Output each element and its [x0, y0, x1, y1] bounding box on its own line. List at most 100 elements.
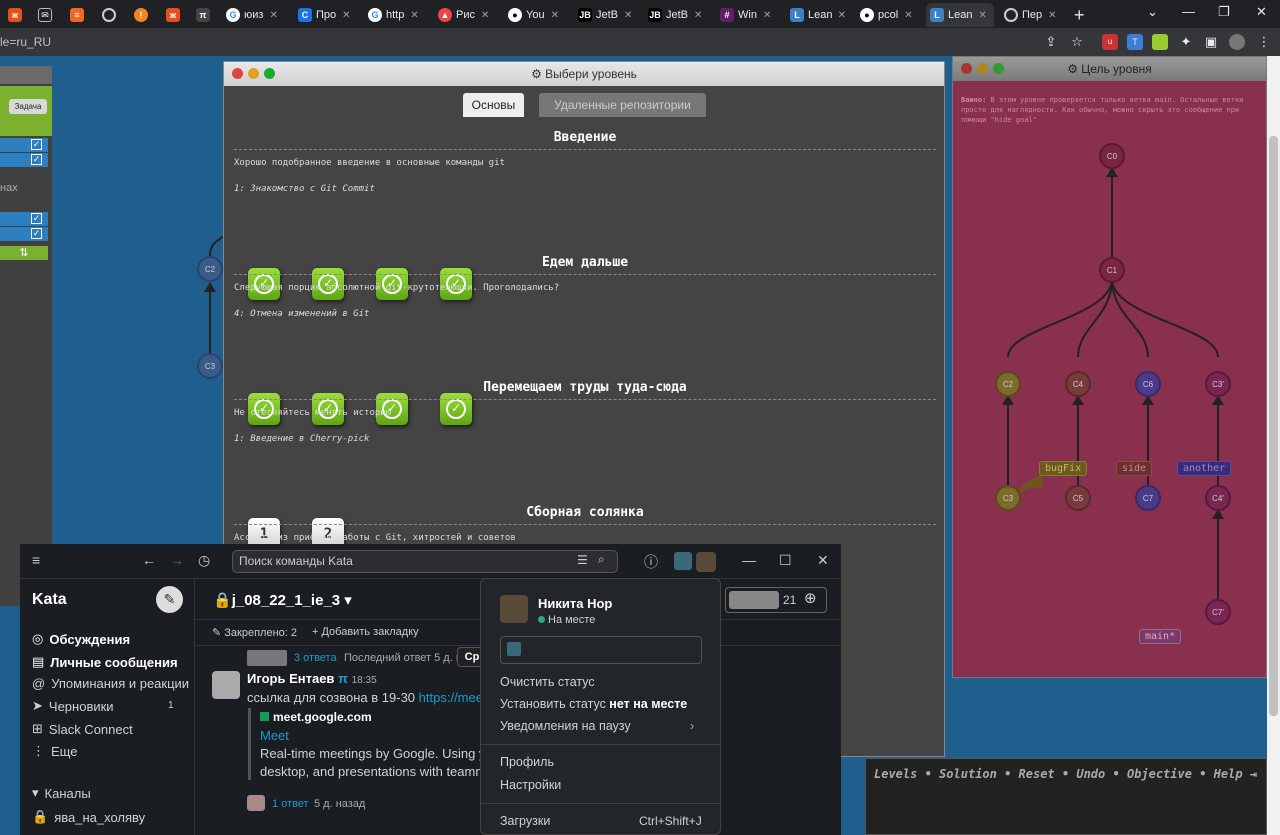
tab-main[interactable]: Основы	[463, 93, 524, 117]
browser-tab[interactable]: JB JetB ✕	[644, 3, 708, 27]
workspace-name[interactable]: Kata	[32, 591, 67, 609]
tab-search-chevron-icon[interactable]: ⌄	[1147, 4, 1158, 20]
sidebar-item-more[interactable]: ⋮ Еще	[32, 743, 77, 759]
minimize-icon[interactable]: —	[742, 552, 756, 568]
set-away-item[interactable]: Установить статус нет на месте	[500, 697, 687, 711]
tab-remote[interactable]: Удаленные репозитории	[539, 93, 706, 117]
status-input[interactable]	[500, 636, 702, 664]
objective-link[interactable]: Objective	[1127, 767, 1192, 781]
add-member-icon[interactable]: ⊕	[804, 589, 817, 607]
members-button[interactable]: 21 ⊕	[725, 587, 827, 613]
settings-item[interactable]: Настройки	[500, 778, 561, 792]
close-icon[interactable]: ✕	[838, 10, 846, 21]
puzzle-icon[interactable]: ✦	[1178, 34, 1194, 50]
sidebar-item-channel[interactable]: 🔒 ява_на_холяву	[32, 809, 145, 825]
sidebar-item-drafts[interactable]: ➤ Черновики	[32, 698, 114, 714]
downloads-item[interactable]: Загрузки	[500, 814, 550, 828]
browser-tab[interactable]: ● pcol ✕	[856, 3, 920, 27]
filter-sliders-icon[interactable]: ☰	[577, 553, 588, 567]
browser-tab-active[interactable]: L Lean ✕	[926, 3, 994, 27]
undo-link[interactable]: Undo	[1076, 767, 1105, 781]
message-author[interactable]: Игорь Ентаев π 18:35	[247, 671, 377, 686]
close-icon[interactable]: ✕	[410, 10, 418, 21]
sidebar-item-dms[interactable]: ▤ Личные сообщения	[32, 654, 178, 670]
close-dot-icon[interactable]	[232, 68, 243, 79]
close-icon[interactable]: ✕	[624, 10, 632, 21]
hamburger-menu-icon[interactable]: ≡	[32, 552, 40, 568]
sidebar-item-threads[interactable]: ◎ Обсуждения	[32, 631, 130, 647]
checkbox-icon[interactable]: ✓	[31, 139, 42, 150]
sync-icon[interactable]: ⇅	[0, 246, 48, 260]
close-window-icon[interactable]: ✕	[1256, 4, 1267, 20]
bookmark-star-icon[interactable]: ☆	[1069, 34, 1085, 50]
sidebar-item-mentions[interactable]: @ Упоминания и реакции	[32, 676, 189, 691]
minimize-icon[interactable]: —	[1182, 4, 1195, 19]
close-icon[interactable]: ✕	[1048, 10, 1056, 21]
exit-icon[interactable]: ⇥	[1250, 767, 1257, 781]
close-icon[interactable]: ✕	[904, 10, 912, 21]
avatar[interactable]	[1229, 34, 1245, 50]
levels-link[interactable]: Levels	[874, 767, 917, 781]
restore-icon[interactable]: ❐	[1218, 4, 1230, 20]
status-emoji-icon[interactable]	[674, 552, 692, 570]
minimize-dot-icon[interactable]	[248, 68, 259, 79]
compose-icon[interactable]: ✎	[156, 586, 183, 613]
browser-tab[interactable]: Пер ✕	[1000, 3, 1064, 27]
browser-tab[interactable]: ✉	[34, 3, 58, 27]
help-icon[interactable]: ⓘ	[644, 552, 658, 572]
sidebar-icon[interactable]: ▣	[1203, 34, 1219, 50]
share-icon[interactable]: ⇪	[1043, 34, 1059, 50]
search-input[interactable]: Поиск команды Kata	[232, 550, 618, 573]
browser-tab[interactable]: JB JetB ✕	[574, 3, 638, 27]
close-icon[interactable]: ✕	[763, 10, 771, 21]
task-button[interactable]: Задача	[9, 99, 47, 114]
browser-tab[interactable]: ж	[162, 3, 186, 27]
ublock-icon[interactable]: u	[1102, 34, 1118, 50]
browser-tab[interactable]: ● You ✕	[504, 3, 568, 27]
browser-tab[interactable]	[98, 3, 122, 27]
menu-dots-icon[interactable]: ⋮	[1256, 34, 1272, 50]
browser-tab[interactable]: Ghttp ✕	[364, 3, 428, 27]
list-item[interactable]: ✓	[0, 227, 48, 241]
avatar[interactable]	[696, 552, 716, 572]
close-icon[interactable]: ✕	[694, 10, 702, 21]
close-icon[interactable]: ✕	[342, 10, 350, 21]
scrollbar-thumb[interactable]	[1269, 136, 1278, 716]
close-icon[interactable]: ✕	[817, 552, 829, 569]
close-icon[interactable]: ✕	[269, 10, 277, 21]
checkbox-icon[interactable]: ✓	[31, 228, 42, 239]
scrollbar[interactable]	[1267, 56, 1280, 835]
translate-icon[interactable]: T	[1127, 34, 1143, 50]
browser-tab[interactable]: π	[192, 3, 216, 27]
browser-tab[interactable]: L Lean ✕	[786, 3, 850, 27]
list-item[interactable]: ✓	[0, 138, 48, 152]
new-tab-plus-icon[interactable]: +	[1074, 5, 1085, 26]
maximize-icon[interactable]: ☐	[779, 552, 792, 569]
extension-icon[interactable]	[1152, 34, 1168, 50]
help-link[interactable]: Help	[1214, 767, 1243, 781]
channel-title[interactable]: 🔒j_08_22_1_ie_3 ▾	[213, 591, 352, 609]
pinned-items[interactable]: ✎ Закреплено: 2	[212, 626, 297, 639]
search-icon[interactable]: ⌕	[598, 552, 605, 567]
forward-arrow-icon[interactable]: →	[170, 552, 184, 568]
preview-title[interactable]: Meet	[260, 728, 289, 743]
history-clock-icon[interactable]: ◷	[198, 552, 210, 569]
close-icon[interactable]: ✕	[551, 10, 559, 21]
list-item[interactable]: ✓	[0, 153, 48, 167]
sidebar-item-slack-connect[interactable]: ⊞ Slack Connect	[32, 721, 133, 737]
close-icon[interactable]: ✕	[481, 10, 489, 21]
maximize-dot-icon[interactable]	[264, 68, 275, 79]
url-text[interactable]: le=ru_RU	[0, 35, 51, 49]
browser-tab[interactable]: ▲ Рис ✕	[434, 3, 498, 27]
thread-replies-link[interactable]: 3 ответа	[294, 652, 337, 664]
status-emoji-icon[interactable]	[507, 642, 521, 656]
channels-header[interactable]: ▾ Каналы	[32, 785, 91, 801]
browser-tab[interactable]: # Win ✕	[716, 3, 780, 27]
browser-tab[interactable]: C Про ✕	[294, 3, 358, 27]
checkbox-icon[interactable]: ✓	[31, 154, 42, 165]
thread-replies-link[interactable]: 1 ответ	[272, 798, 309, 810]
solution-link[interactable]: Solution	[939, 767, 997, 781]
add-bookmark[interactable]: + Добавить закладку	[312, 626, 419, 638]
list-item[interactable]: ✓	[0, 212, 48, 226]
profile-item[interactable]: Профиль	[500, 755, 554, 769]
